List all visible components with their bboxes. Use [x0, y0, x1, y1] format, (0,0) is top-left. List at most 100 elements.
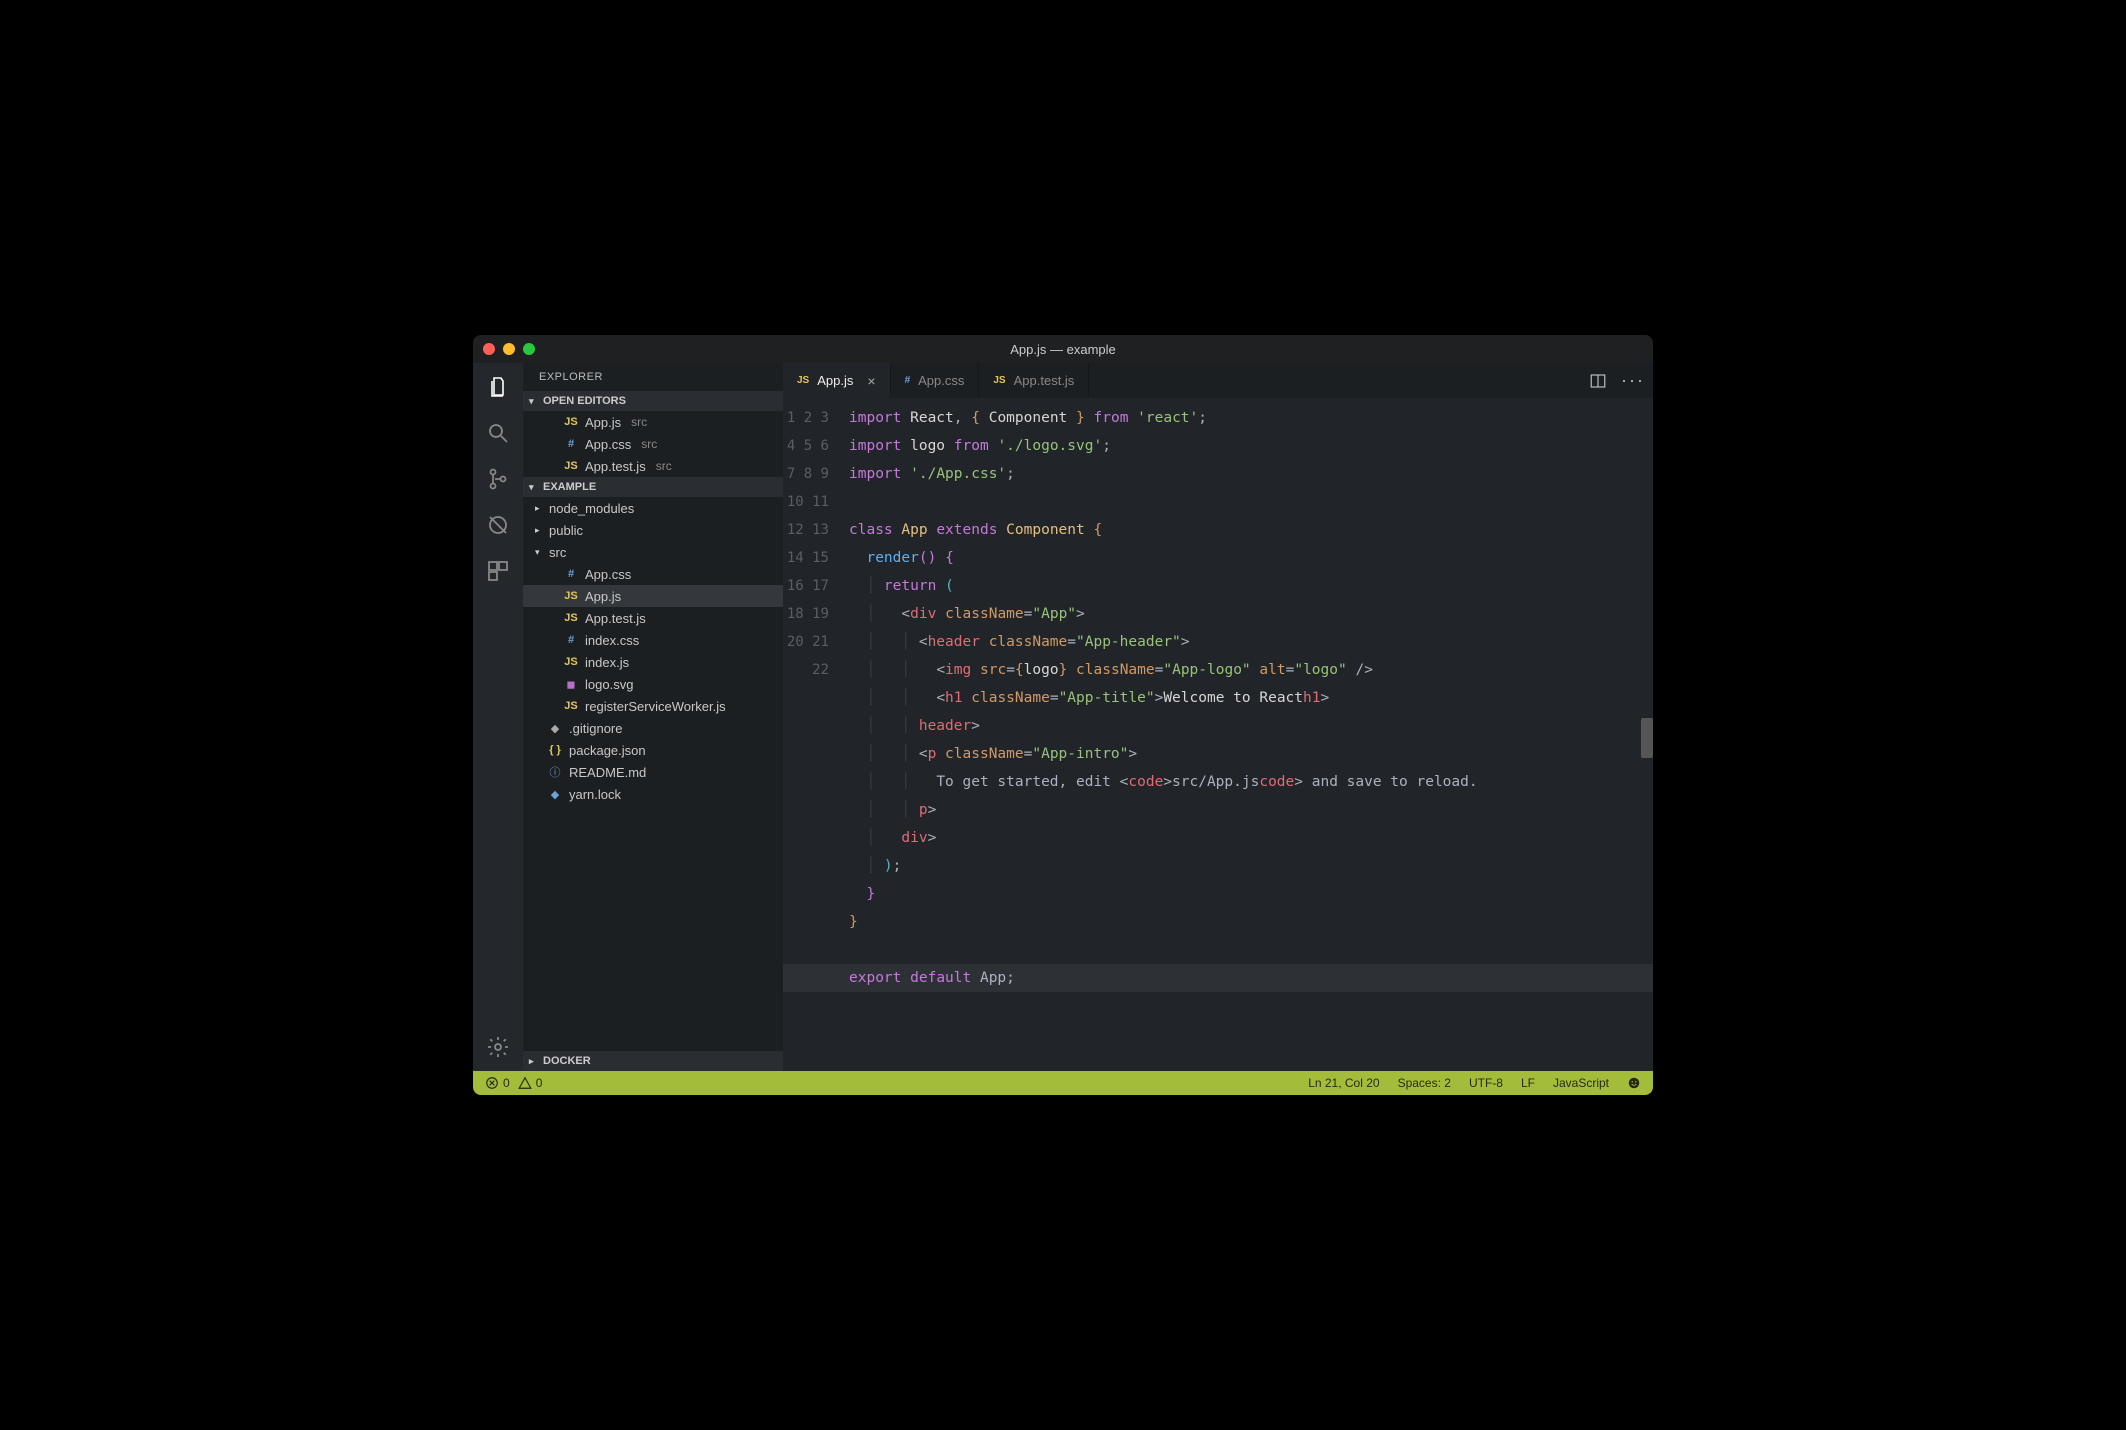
close-window-button[interactable]	[483, 343, 495, 355]
file-icon: JS	[563, 700, 579, 712]
file-item[interactable]: ◆ .gitignore	[523, 717, 783, 739]
open-editor-item[interactable]: # App.css src	[523, 433, 783, 455]
file-path: src	[656, 459, 672, 473]
tab-App.test.js[interactable]: JS App.test.js	[979, 363, 1089, 398]
open-editor-item[interactable]: JS App.js src	[523, 411, 783, 433]
tab-App.css[interactable]: # App.css	[891, 363, 980, 398]
open-editor-item[interactable]: JS App.test.js src	[523, 455, 783, 477]
file-icon: #	[563, 568, 579, 580]
file-name: .gitignore	[569, 721, 622, 736]
status-cursor-position[interactable]: Ln 21, Col 20	[1308, 1076, 1379, 1090]
settings-gear-icon[interactable]	[484, 1033, 512, 1061]
file-icon: ◆	[547, 722, 563, 735]
file-icon: JS	[797, 375, 809, 386]
file-name: package.json	[569, 743, 646, 758]
file-item[interactable]: JS App.js	[523, 585, 783, 607]
explorer-sidebar: EXPLORER ▾ OPEN EDITORS JS App.js src # …	[523, 363, 783, 1071]
source-control-icon[interactable]	[484, 465, 512, 493]
section-docker[interactable]: ▸ DOCKER	[523, 1051, 783, 1071]
file-icon: ◼	[563, 678, 579, 691]
titlebar: App.js — example	[473, 335, 1653, 363]
status-indentation[interactable]: Spaces: 2	[1398, 1076, 1451, 1090]
chevron-right-icon: ▸	[535, 503, 545, 514]
file-item[interactable]: ⓘ README.md	[523, 761, 783, 783]
status-eol[interactable]: LF	[1521, 1076, 1535, 1090]
file-name: README.md	[569, 765, 646, 780]
folder-name: public	[549, 523, 583, 538]
file-icon: #	[905, 375, 911, 386]
folder-src[interactable]: ▾ src	[523, 541, 783, 563]
editor-tabs: JS App.js × # App.css JS App.test.js ···	[783, 363, 1653, 398]
minimize-window-button[interactable]	[503, 343, 515, 355]
chevron-right-icon: ▸	[529, 1056, 539, 1067]
file-item[interactable]: JS index.js	[523, 651, 783, 673]
file-icon: JS	[563, 460, 579, 472]
search-icon[interactable]	[484, 419, 512, 447]
file-name: App.css	[585, 437, 631, 452]
file-item[interactable]: { } package.json	[523, 739, 783, 761]
tab-label: App.test.js	[1014, 373, 1075, 388]
extensions-icon[interactable]	[484, 557, 512, 585]
file-item[interactable]: ◆ yarn.lock	[523, 783, 783, 805]
chevron-down-icon: ▾	[535, 547, 545, 558]
file-name: logo.svg	[585, 677, 633, 692]
file-icon: JS	[993, 375, 1005, 386]
window-title: App.js — example	[473, 342, 1653, 357]
file-item[interactable]: JS App.test.js	[523, 607, 783, 629]
chevron-down-icon: ▾	[529, 482, 539, 493]
file-icon: ◆	[547, 788, 563, 801]
debug-icon[interactable]	[484, 511, 512, 539]
file-icon: JS	[563, 656, 579, 668]
file-name: index.css	[585, 633, 639, 648]
file-name: App.css	[585, 567, 631, 582]
file-item[interactable]: # index.css	[523, 629, 783, 651]
activity-bar	[473, 363, 523, 1071]
tab-label: App.js	[817, 373, 853, 388]
maximize-window-button[interactable]	[523, 343, 535, 355]
section-open-editors[interactable]: ▾ OPEN EDITORS	[523, 391, 783, 411]
status-warnings[interactable]: 0	[518, 1076, 543, 1090]
file-name: index.js	[585, 655, 629, 670]
tab-label: App.css	[918, 373, 964, 388]
file-name: yarn.lock	[569, 787, 621, 802]
app-window: App.js — example	[473, 335, 1653, 1095]
status-errors[interactable]: 0	[485, 1076, 510, 1090]
sidebar-title: EXPLORER	[523, 363, 783, 391]
file-item[interactable]: JS registerServiceWorker.js	[523, 695, 783, 717]
more-actions-icon[interactable]: ···	[1621, 370, 1645, 391]
traffic-lights	[483, 343, 535, 355]
file-name: App.test.js	[585, 611, 646, 626]
file-icon: ⓘ	[547, 764, 563, 780]
file-icon: { }	[547, 744, 563, 756]
editor-area: JS App.js × # App.css JS App.test.js ···…	[783, 363, 1653, 1071]
file-path: src	[631, 415, 647, 429]
file-item[interactable]: ◼ logo.svg	[523, 673, 783, 695]
folder-name: node_modules	[549, 501, 634, 516]
file-icon: JS	[563, 416, 579, 428]
chevron-right-icon: ▸	[535, 525, 545, 536]
status-bar: 0 0 Ln 21, Col 20 Spaces: 2 UTF-8 LF Jav…	[473, 1071, 1653, 1095]
file-item[interactable]: # App.css	[523, 563, 783, 585]
chevron-down-icon: ▾	[529, 396, 539, 407]
explorer-icon[interactable]	[484, 373, 512, 401]
folder-name: src	[549, 545, 566, 560]
code-editor[interactable]: 1 2 3 4 5 6 7 8 9 10 11 12 13 14 15 16 1…	[783, 398, 1653, 1071]
status-encoding[interactable]: UTF-8	[1469, 1076, 1503, 1090]
file-path: src	[641, 437, 657, 451]
close-tab-icon[interactable]: ×	[867, 373, 875, 389]
file-name: registerServiceWorker.js	[585, 699, 726, 714]
file-icon: #	[563, 634, 579, 646]
split-editor-icon[interactable]	[1589, 372, 1607, 390]
status-language[interactable]: JavaScript	[1553, 1076, 1609, 1090]
tab-App.js[interactable]: JS App.js ×	[783, 363, 891, 398]
folder-node_modules[interactable]: ▸ node_modules	[523, 497, 783, 519]
file-icon: JS	[563, 612, 579, 624]
status-feedback-icon[interactable]	[1627, 1076, 1641, 1090]
section-project[interactable]: ▾ EXAMPLE	[523, 477, 783, 497]
file-name: App.test.js	[585, 459, 646, 474]
file-name: App.js	[585, 589, 621, 604]
folder-public[interactable]: ▸ public	[523, 519, 783, 541]
file-icon: #	[563, 438, 579, 450]
file-name: App.js	[585, 415, 621, 430]
file-icon: JS	[563, 590, 579, 602]
